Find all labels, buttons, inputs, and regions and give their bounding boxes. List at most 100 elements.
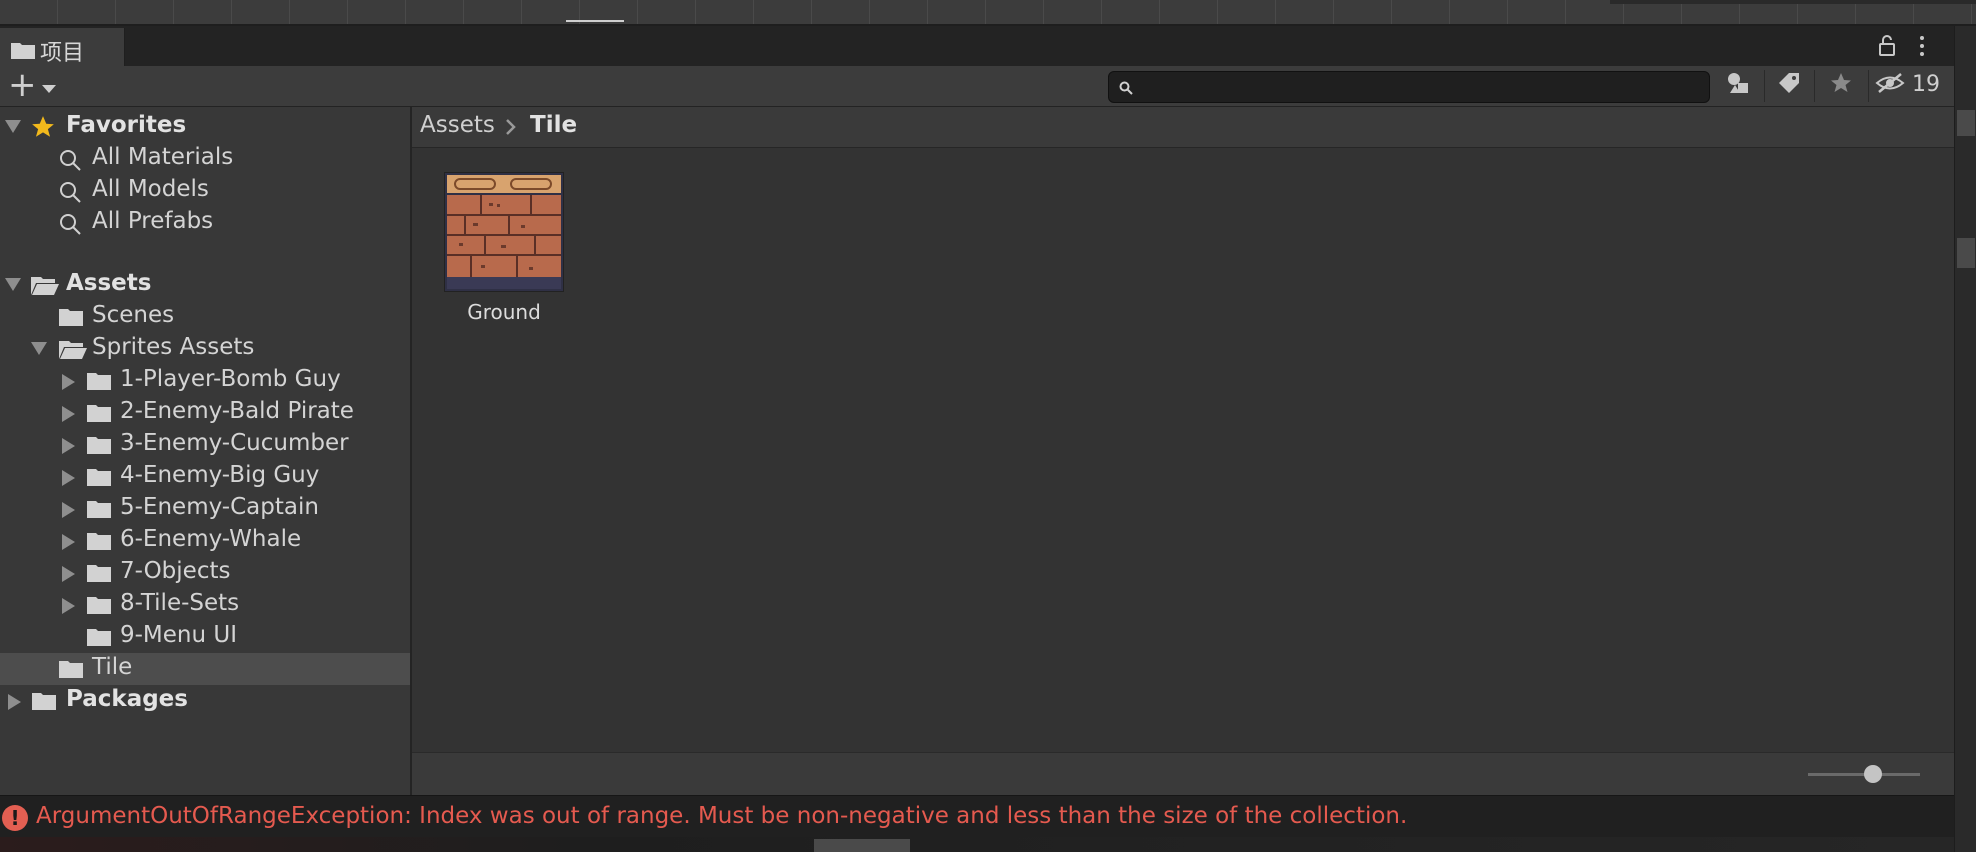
scene-view-selection-marker [566, 20, 624, 22]
collapsed-arrow-icon[interactable] [62, 598, 75, 614]
collapsed-arrow-icon[interactable] [62, 406, 75, 422]
tree-item-sprite-folder[interactable]: 9-Menu UI [0, 621, 410, 653]
tree-item-all-models[interactable]: All Models [0, 175, 410, 207]
folder-icon [86, 434, 112, 462]
eye-slash-icon [1875, 72, 1905, 98]
scene-view-strip [0, 0, 1976, 26]
folder-open-icon [30, 274, 60, 302]
collapsed-arrow-icon[interactable] [62, 502, 75, 518]
tree-item-label: 2-Enemy-Bald Pirate [120, 398, 354, 424]
folder-icon [58, 658, 84, 686]
tag-icon [1777, 71, 1801, 99]
tree-item-label: Sprites Assets [92, 334, 255, 360]
collapsed-arrow-icon[interactable] [8, 694, 21, 710]
window-tab-bar: 项目 [0, 26, 1954, 66]
tree-item-label: 7-Objects [120, 558, 231, 584]
collapsed-arrow-icon[interactable] [62, 566, 75, 582]
tree-item-sprite-folder[interactable]: 8-Tile-Sets [0, 589, 410, 621]
slider-handle[interactable] [1864, 765, 1883, 783]
tree-item-sprite-folder[interactable]: 3-Enemy-Cucumber [0, 429, 410, 461]
tree-item-label: Assets [66, 270, 152, 296]
collapsed-arrow-icon[interactable] [62, 470, 75, 486]
scrollbar-thumb[interactable] [814, 839, 910, 852]
star-icon [1829, 71, 1853, 99]
save-search-button[interactable] [1818, 68, 1864, 102]
project-toolbar: + 19 [0, 66, 1954, 107]
tree-item-sprite-folder[interactable]: 4-Enemy-Big Guy [0, 461, 410, 493]
expanded-arrow-icon[interactable] [5, 120, 21, 133]
tree-item-sprites-assets[interactable]: Sprites Assets [0, 333, 410, 365]
project-tab[interactable]: 项目 [0, 28, 125, 66]
scrollbar-strip[interactable] [1954, 26, 1976, 852]
breadcrumb: Assets Tile [412, 107, 1954, 148]
toolbar-divider [1868, 70, 1869, 102]
create-button[interactable]: + [6, 66, 62, 104]
breadcrumb-assets[interactable]: Assets [420, 112, 495, 138]
tree-item-label: 3-Enemy-Cucumber [120, 430, 349, 456]
folder-icon [86, 498, 112, 526]
folder-icon [30, 690, 58, 718]
scrollbar-thumb[interactable] [1957, 238, 1975, 268]
collapsed-arrow-icon[interactable] [62, 534, 75, 550]
search-icon [58, 148, 84, 178]
folder-icon [86, 402, 112, 430]
tree-item-scenes[interactable]: Scenes [0, 301, 410, 333]
tab-label: 项目 [40, 41, 85, 66]
folder-icon [86, 466, 112, 494]
tree-item-packages[interactable]: Packages [0, 685, 410, 717]
tree-item-label: Tile [92, 654, 133, 680]
asset-grid-footer [412, 752, 1954, 795]
tree-item-sprite-folder[interactable]: 6-Enemy-Whale [0, 525, 410, 557]
folder-icon [86, 530, 112, 558]
tree-item-label: 8-Tile-Sets [120, 590, 240, 616]
tile-thumbnail-image [444, 172, 564, 292]
more-options-icon[interactable] [1918, 34, 1926, 58]
folder-icon [86, 562, 112, 590]
search-icon [58, 212, 84, 242]
search-field[interactable] [1108, 71, 1710, 103]
lock-icon[interactable] [1878, 34, 1896, 62]
tree-item-sprite-folder[interactable]: 5-Enemy-Captain [0, 493, 410, 525]
tree-item-assets[interactable]: Assets [0, 269, 410, 301]
scene-overlay-edge [1610, 0, 1976, 4]
plus-icon: + [8, 65, 37, 105]
scrollbar-thumb[interactable] [1957, 110, 1975, 136]
search-by-label-button[interactable] [1766, 68, 1812, 102]
collapsed-arrow-icon[interactable] [62, 374, 75, 390]
console-status-bar[interactable]: ! ArgumentOutOfRangeException: Index was… [0, 795, 1954, 838]
folder-icon [86, 626, 112, 654]
icon-size-slider[interactable] [1808, 765, 1920, 783]
tree-item-all-materials[interactable]: All Materials [0, 143, 410, 175]
tree-item-label: Scenes [92, 302, 175, 328]
chevron-right-icon [504, 118, 518, 140]
tree-item-label: 6-Enemy-Whale [120, 526, 302, 552]
tree-item-sprite-folder[interactable]: 1-Player-Bomb Guy [0, 365, 410, 397]
folder-tree: Favorites All Materials All Models All P… [0, 107, 412, 795]
search-icon [1119, 80, 1133, 99]
tree-item-label: All Materials [92, 144, 234, 170]
expanded-arrow-icon[interactable] [31, 342, 47, 355]
tree-item-sprite-folder[interactable]: 2-Enemy-Bald Pirate [0, 397, 410, 429]
search-by-type-button[interactable] [1716, 68, 1762, 102]
tree-item-sprite-folder[interactable]: 7-Objects [0, 557, 410, 589]
expanded-arrow-icon[interactable] [5, 278, 21, 291]
tree-item-label: 9-Menu UI [120, 622, 238, 648]
toggle-hidden-packages-button[interactable] [1872, 68, 1908, 102]
shapes-icon [1726, 71, 1752, 99]
asset-grid: Ground [412, 148, 1954, 752]
breadcrumb-current[interactable]: Tile [530, 112, 577, 138]
folder-icon [10, 40, 36, 64]
chevron-down-icon [42, 85, 56, 93]
tree-item-tile[interactable]: Tile [0, 653, 410, 685]
tree-item-favorites[interactable]: Favorites [0, 111, 410, 143]
collapsed-arrow-icon[interactable] [62, 438, 75, 454]
error-message[interactable]: ArgumentOutOfRangeException: Index was o… [36, 803, 1407, 829]
asset-item-ground[interactable]: Ground [444, 172, 564, 324]
horizontal-scrollbar[interactable] [0, 837, 1954, 852]
folder-icon [86, 370, 112, 398]
folder-icon [86, 594, 112, 622]
search-icon [58, 180, 84, 210]
search-input[interactable] [1141, 74, 1705, 100]
tree-item-all-prefabs[interactable]: All Prefabs [0, 207, 410, 239]
folder-open-icon [58, 338, 88, 366]
